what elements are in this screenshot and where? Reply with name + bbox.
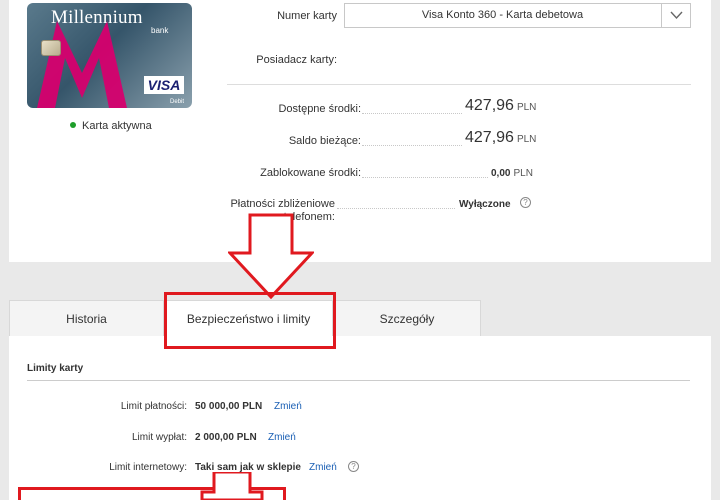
tabs-area: Historia Bezpieczeństwo i limity Szczegó… — [9, 300, 711, 500]
blocked-value: 0,00 — [491, 168, 511, 179]
contactless-label-line1: Płatności zbliżeniowe — [230, 198, 335, 210]
dotted-leader — [362, 145, 462, 146]
balance-label: Saldo bieżące: — [288, 135, 361, 147]
card-status: Karta aktywna — [70, 120, 152, 132]
annotation-arrow-down — [228, 213, 314, 299]
help-icon[interactable]: ? — [348, 461, 359, 472]
payment-limit-value: 50 000,00 PLN — [195, 401, 263, 412]
withdrawal-limit-label: Limit wypłat: — [131, 432, 187, 443]
balance-value: 427,96 — [465, 129, 514, 146]
available-amount: 427,96 PLN — [465, 97, 536, 115]
dotted-leader — [337, 208, 455, 209]
help-icon[interactable]: ? — [520, 197, 531, 208]
internet-limit-label: Limit internetowy: — [109, 462, 187, 473]
section-title: Limity karty — [27, 363, 84, 374]
divider — [227, 84, 691, 85]
status-dot-icon — [70, 122, 76, 129]
blocked-label: Zablokowane środki: — [260, 167, 361, 179]
chip-icon — [41, 40, 61, 56]
currency: PLN — [513, 168, 533, 179]
contactless-value: Wyłączone — [459, 199, 511, 210]
change-payment-limit-link[interactable]: Zmień — [274, 401, 302, 412]
currency: PLN — [516, 102, 537, 113]
card-select-value: Visa Konto 360 - Karta debetowa — [421, 9, 584, 21]
available-value: 427,96 — [465, 97, 514, 114]
dotted-leader — [362, 177, 488, 178]
chevron-down-icon[interactable] — [661, 4, 690, 27]
tab-historia[interactable]: Historia — [9, 300, 164, 336]
holder-label: Posiadacz karty: — [256, 54, 337, 66]
annotation-arrow-down — [200, 472, 264, 500]
balance-amount: 427,96 PLN — [465, 129, 536, 147]
available-label: Dostępne środki: — [278, 103, 361, 115]
payment-limit-label: Limit płatności: — [120, 401, 187, 412]
annotation-highlight-tab — [164, 292, 336, 349]
card-brand: Millennium — [51, 7, 143, 28]
card-number-label: Numer karty — [277, 10, 337, 22]
blocked-amount: 0,00 PLN — [491, 168, 533, 179]
limits-content: Limity karty Limit płatności: 50 000,00 … — [9, 336, 711, 500]
card-select[interactable]: Visa Konto 360 - Karta debetowa — [344, 3, 691, 28]
visa-logo: VISA — [144, 76, 184, 94]
change-withdrawal-limit-link[interactable]: Zmień — [268, 432, 296, 443]
card-debit-text: Debit — [169, 99, 184, 105]
section-divider — [27, 380, 690, 381]
dotted-leader — [362, 113, 462, 114]
card-image: Millennium bank VISA Debit — [27, 3, 192, 108]
card-status-text: Karta aktywna — [82, 120, 152, 132]
currency: PLN — [516, 134, 537, 145]
card-bank-text: bank — [151, 26, 169, 35]
withdrawal-limit-value: 2 000,00 PLN — [195, 432, 257, 443]
tab-szczegoly[interactable]: Szczegóły — [333, 300, 481, 336]
change-internet-limit-link[interactable]: Zmień — [309, 462, 337, 473]
